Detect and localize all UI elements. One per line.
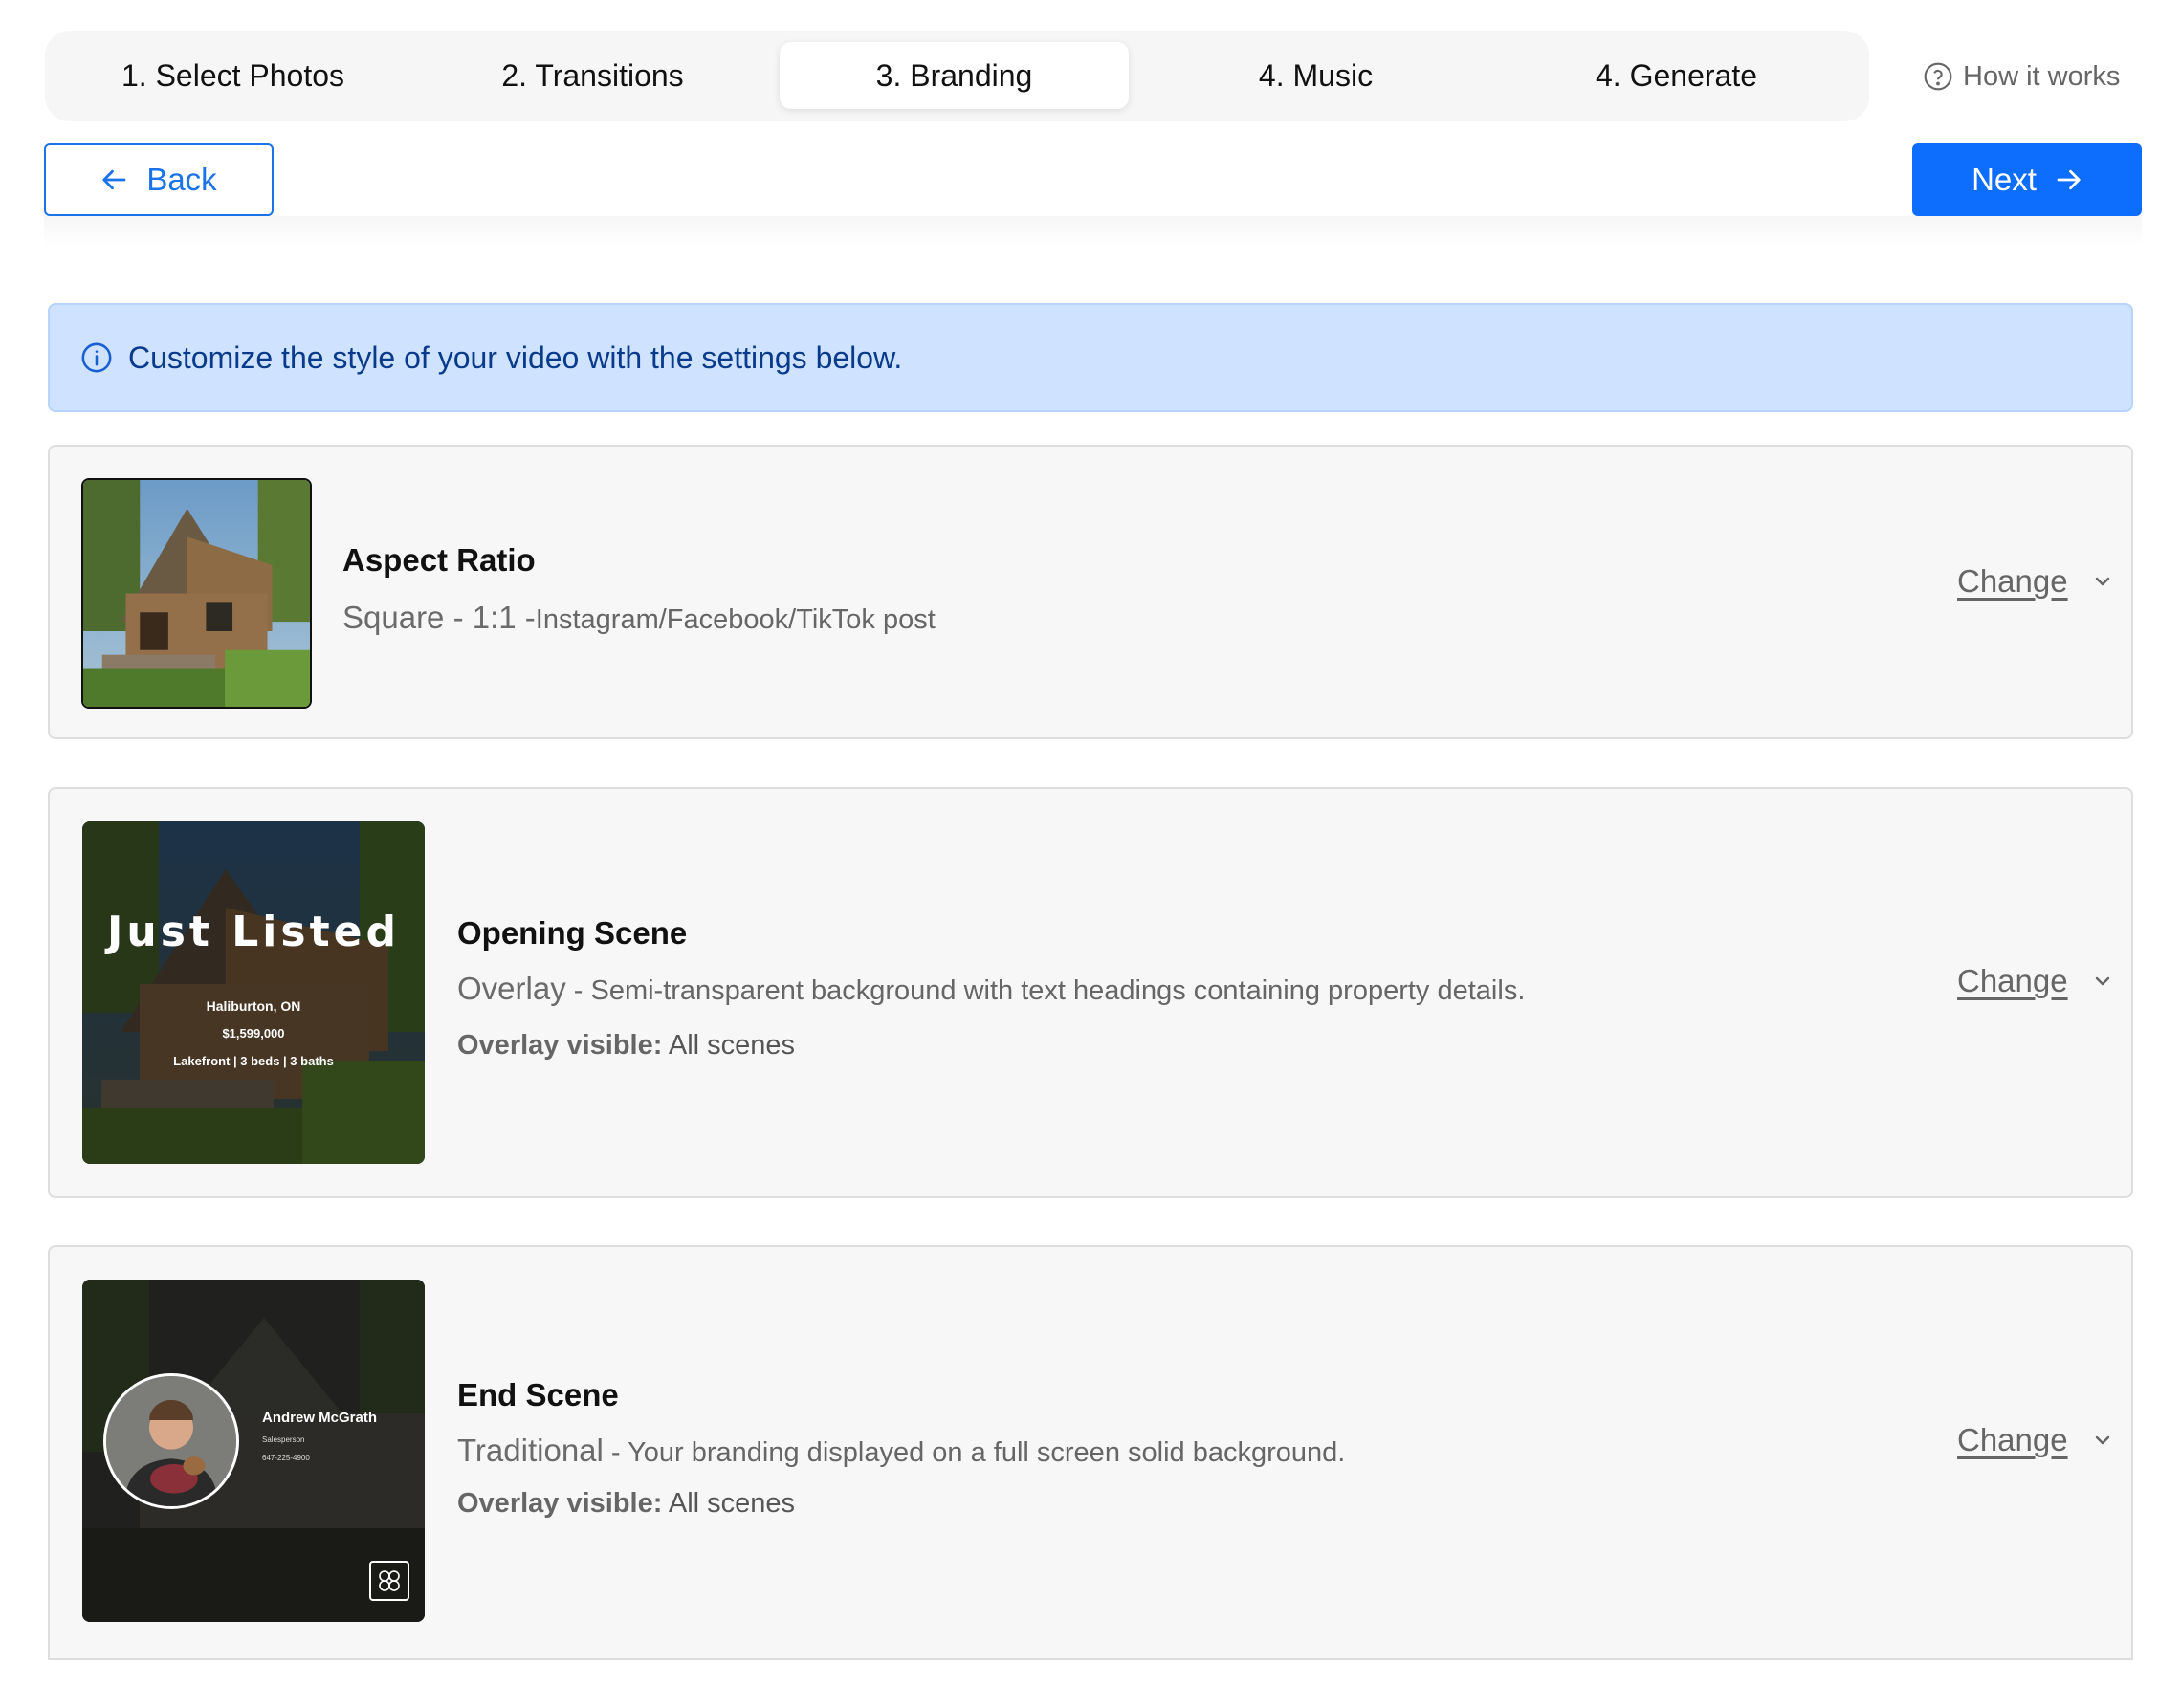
agent-phone: 647-225-4900 bbox=[262, 1454, 310, 1462]
agent-role: Salesperson bbox=[262, 1435, 305, 1444]
aspect-ratio-change-label: Change bbox=[1957, 563, 2068, 599]
agent-name: Andrew McGrath bbox=[262, 1410, 378, 1426]
brokerage-logo-icon bbox=[369, 1561, 409, 1601]
overlay-price: $1,599,000 bbox=[222, 1026, 285, 1040]
opening-scene-card: Just Listed Haliburton, ON $1,599,000 La… bbox=[48, 787, 2133, 1198]
opening-scene-change-label: Change bbox=[1957, 963, 2068, 998]
opening-scene-change-button[interactable]: Change bbox=[1957, 963, 2114, 999]
arrow-right-icon bbox=[2057, 169, 2081, 190]
aspect-ratio-thumbnail bbox=[81, 478, 312, 709]
header-shadow bbox=[44, 216, 2142, 247]
agent-avatar bbox=[103, 1373, 239, 1509]
end-scene-change-button[interactable]: Change bbox=[1957, 1422, 2114, 1458]
chevron-down-icon bbox=[2095, 1435, 2109, 1445]
end-scene-visibility: Overlay visible: All scenes bbox=[457, 1488, 795, 1520]
aspect-ratio-change-button[interactable]: Change bbox=[1957, 563, 2114, 600]
question-circle-icon bbox=[1924, 62, 1952, 91]
aspect-ratio-value: Square - 1:1 - bbox=[342, 600, 536, 635]
tab-branding[interactable]: 3. Branding bbox=[780, 42, 1129, 109]
info-icon bbox=[81, 342, 112, 373]
opening-scene-value: Overlay bbox=[457, 971, 566, 1006]
back-label: Back bbox=[146, 162, 217, 197]
overlay-headline: Just Listed bbox=[107, 908, 400, 956]
opening-scene-title: Opening Scene bbox=[457, 915, 688, 951]
end-scene-card: Andrew McGrath Salesperson 647-225-4900 … bbox=[48, 1245, 2133, 1660]
opening-scene-description: Overlay - Semi-transparent background wi… bbox=[457, 971, 1525, 1007]
opening-scene-visible-value: All scenes bbox=[668, 1030, 796, 1061]
tab-select-photos[interactable]: 1. Select Photos bbox=[58, 42, 408, 109]
end-scene-detail: - Your branding displayed on a full scre… bbox=[603, 1437, 1346, 1468]
opening-scene-visible-label: Overlay visible: bbox=[457, 1030, 663, 1061]
end-scene-title: End Scene bbox=[457, 1377, 619, 1412]
aspect-ratio-detail: Instagram/Facebook/TikTok post bbox=[535, 604, 936, 635]
aspect-ratio-title: Aspect Ratio bbox=[342, 542, 536, 578]
next-button[interactable]: Next bbox=[1912, 143, 2142, 216]
next-label: Next bbox=[1972, 162, 2037, 197]
opening-scene-detail: - Semi-transparent background with text … bbox=[565, 975, 1526, 1006]
tab-transitions[interactable]: 2. Transitions bbox=[418, 42, 767, 109]
arrow-left-icon bbox=[102, 169, 126, 190]
end-scene-description: Traditional - Your branding displayed on… bbox=[457, 1433, 1345, 1469]
opening-scene-thumbnail: Just Listed Haliburton, ON $1,599,000 La… bbox=[82, 821, 425, 1164]
back-button[interactable]: Back bbox=[44, 143, 274, 216]
tab-generate[interactable]: 4. Generate bbox=[1502, 42, 1851, 109]
aspect-ratio-description: Square - 1:1 -Instagram/Facebook/TikTok … bbox=[342, 600, 936, 636]
info-alert: Customize the style of your video with t… bbox=[48, 303, 2133, 412]
opening-scene-visibility: Overlay visible: All scenes bbox=[457, 1030, 795, 1062]
chevron-down-icon bbox=[2095, 976, 2109, 986]
overlay-features: Lakefront | 3 beds | 3 baths bbox=[173, 1054, 334, 1068]
how-it-works-link[interactable]: How it works bbox=[1923, 53, 2120, 100]
end-scene-thumbnail: Andrew McGrath Salesperson 647-225-4900 bbox=[82, 1280, 425, 1622]
end-scene-value: Traditional bbox=[457, 1433, 604, 1468]
tab-music[interactable]: 4. Music bbox=[1141, 42, 1490, 109]
overlay-location: Haliburton, ON bbox=[206, 998, 301, 1014]
aspect-ratio-card: Aspect Ratio Square - 1:1 -Instagram/Fac… bbox=[48, 445, 2133, 739]
end-scene-change-label: Change bbox=[1957, 1422, 2068, 1457]
info-alert-text: Customize the style of your video with t… bbox=[128, 339, 903, 375]
end-scene-visible-label: Overlay visible: bbox=[457, 1488, 663, 1519]
end-scene-visible-value: All scenes bbox=[668, 1488, 796, 1519]
chevron-down-icon bbox=[2095, 577, 2109, 586]
how-it-works-label: How it works bbox=[1963, 60, 2121, 92]
